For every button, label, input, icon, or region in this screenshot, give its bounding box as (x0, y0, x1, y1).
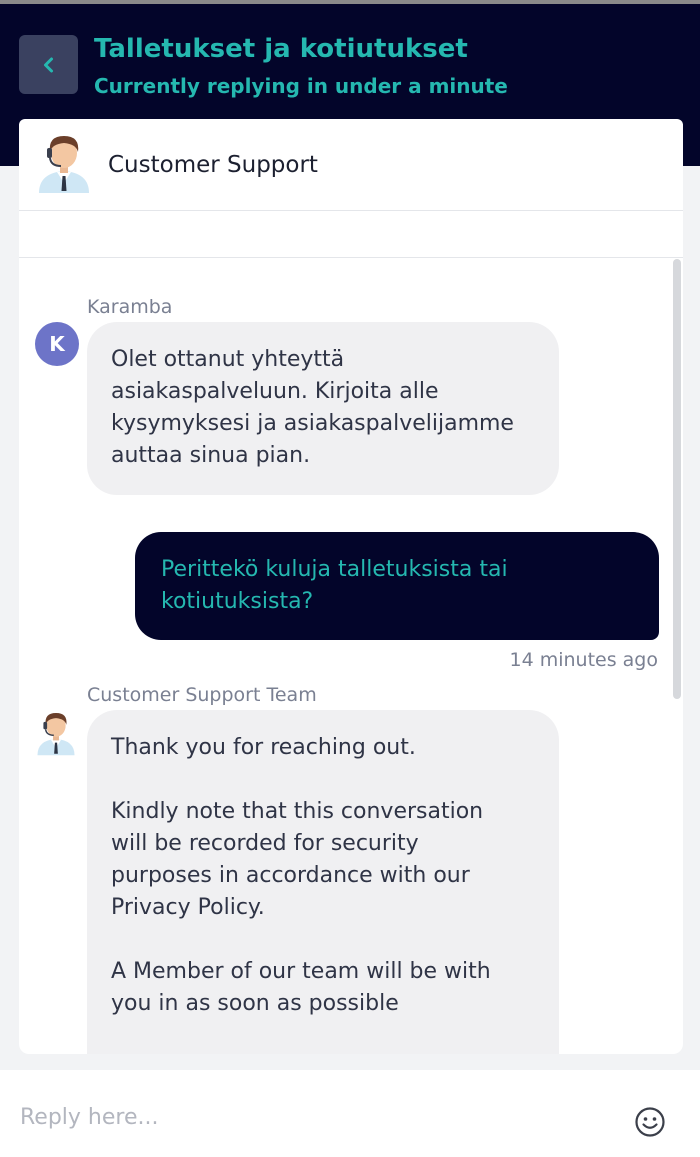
chat-title: Talletukset ja kotiutukset (94, 34, 468, 64)
chat-panel: Customer Support Karamba K Olet ottanut … (19, 119, 683, 1054)
header-divider (19, 257, 683, 258)
agent-header: Customer Support (19, 119, 683, 211)
avatar: K (35, 322, 79, 366)
chat-scrollbar[interactable] (673, 259, 681, 699)
back-button[interactable] (19, 35, 78, 94)
avatar-initial: K (49, 332, 65, 356)
chevron-left-icon (43, 57, 53, 72)
message-timestamp: 14 minutes ago (509, 649, 659, 671)
message-bubble-incoming: Thank you for reaching out. Kindly note … (87, 710, 559, 1054)
sender-name: Customer Support Team (87, 684, 317, 706)
reply-input[interactable] (18, 1098, 602, 1136)
sender-name: Karamba (87, 296, 173, 318)
support-agent-avatar (37, 713, 75, 756)
message-bubble-incoming: Olet ottanut yhteyttä asiakaspalveluun. … (87, 322, 559, 495)
agent-name: Customer Support (108, 152, 318, 178)
support-agent-avatar (39, 136, 89, 193)
reply-bar (0, 1070, 700, 1157)
message-bubble-outgoing: Perittekö kuluja talletuksista tai kotiu… (135, 532, 659, 640)
smiley-icon[interactable] (634, 1106, 666, 1138)
chat-subtitle: Currently replying in under a minute (94, 74, 508, 98)
